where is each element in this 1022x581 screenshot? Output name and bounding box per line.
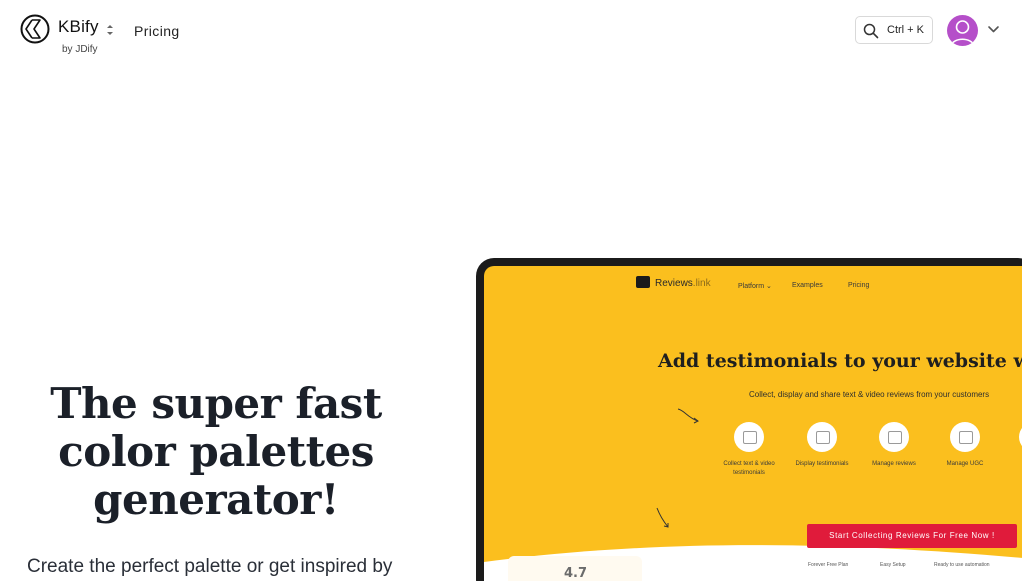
brand-subtitle: by JDify [62, 44, 98, 55]
brand-switcher-icon[interactable] [105, 21, 115, 39]
preview-feature: R... Ma... [994, 422, 1022, 469]
preview-nav-item: Platform ⌄ [738, 283, 772, 290]
feature-icon [807, 422, 837, 452]
hero-title-line: The super fast [50, 379, 382, 428]
preview-nav-item: Pricing [848, 282, 870, 289]
curved-arrow-icon [677, 408, 699, 424]
feature-label: Collect text & video testimonials [723, 461, 775, 476]
hero-title-line: generator! [93, 475, 339, 524]
preview-bullet: Forever Free Plan [808, 562, 849, 568]
feature-icon [950, 422, 980, 452]
hero-title-line: color palettes [58, 427, 374, 476]
search-shortcut-label: Ctrl + K [887, 24, 924, 36]
preview-feature: Manage reviews [854, 422, 934, 469]
preview-bullet: Ready to use automation [934, 562, 990, 568]
preview-lead: Collect, display and share text & video … [749, 390, 990, 399]
preview-logo-text: Reviews [655, 278, 693, 289]
preview-logo-suffix: .link [692, 278, 711, 289]
feature-label: Manage reviews [872, 461, 916, 467]
search-icon [863, 23, 879, 39]
preview-nav-item: Examples [792, 282, 823, 289]
preview-rating: 4.7 [564, 566, 588, 581]
feature-label: Display testimonials [795, 461, 849, 467]
preview-screenshot: Reviews.link Platform ⌄ Examples Pricing… [484, 266, 1022, 581]
preview-bullet: Easy Setup [880, 562, 906, 568]
kbify-logo-icon[interactable] [20, 14, 50, 44]
preview-cta-button: Start Collecting Reviews For Free Now ! [807, 524, 1017, 548]
curved-arrow-icon [656, 507, 669, 528]
nav-pricing-link[interactable]: Pricing [134, 23, 180, 39]
feature-icon [879, 422, 909, 452]
preview-headline: Add testimonials to your website w [658, 350, 1022, 372]
feature-icon [734, 422, 764, 452]
reviews-logo-icon [636, 276, 650, 288]
search-button[interactable]: Ctrl + K [855, 16, 933, 44]
hero-title: The super fast color palettes generator! [20, 380, 412, 524]
brand-name[interactable]: KBify [58, 17, 99, 37]
hero-subtitle: Create the perfect palette or get inspir… [27, 556, 393, 577]
top-navbar: KBify by JDify Pricing Ctrl + K [0, 0, 1022, 62]
preview-feature: Manage UGC [925, 422, 1005, 469]
user-avatar[interactable] [947, 15, 978, 46]
preview-feature: Collect text & video testimonials [709, 422, 789, 478]
preview-feature: Display testimonials [782, 422, 862, 469]
chevron-down-icon[interactable] [987, 24, 1000, 34]
feature-label: R... Ma... [994, 460, 1022, 469]
preview-logo: Reviews.link [655, 278, 711, 289]
user-avatar-icon [950, 20, 975, 46]
feature-label: Manage UGC [946, 461, 984, 467]
